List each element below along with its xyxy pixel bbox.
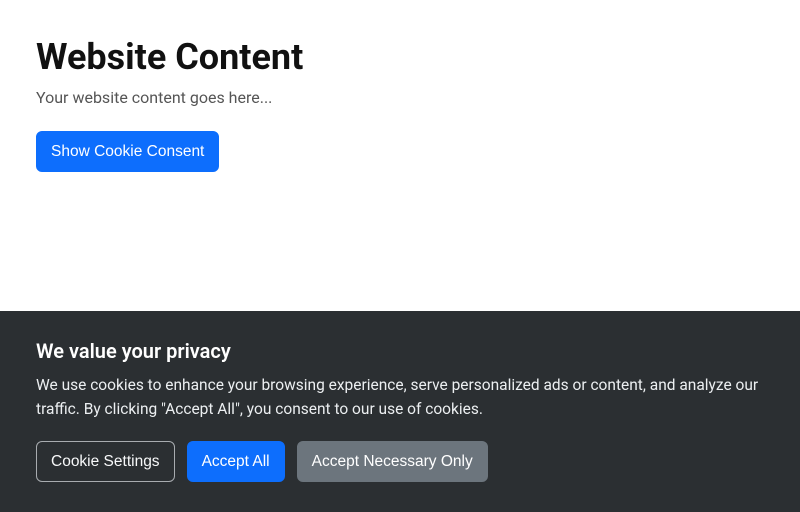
page-subtitle: Your website content goes here... [36,88,764,107]
cookie-actions: Cookie Settings Accept All Accept Necess… [36,441,764,482]
show-cookie-consent-button[interactable]: Show Cookie Consent [36,131,219,172]
page-title: Website Content [36,36,764,78]
accept-necessary-only-button[interactable]: Accept Necessary Only [297,441,488,482]
main-content: Website Content Your website content goe… [0,0,800,172]
cookie-settings-button[interactable]: Cookie Settings [36,441,175,482]
cookie-consent-banner: We value your privacy We use cookies to … [0,311,800,512]
cookie-description: We use cookies to enhance your browsing … [36,373,764,421]
cookie-title: We value your privacy [36,339,764,363]
accept-all-button[interactable]: Accept All [187,441,285,482]
